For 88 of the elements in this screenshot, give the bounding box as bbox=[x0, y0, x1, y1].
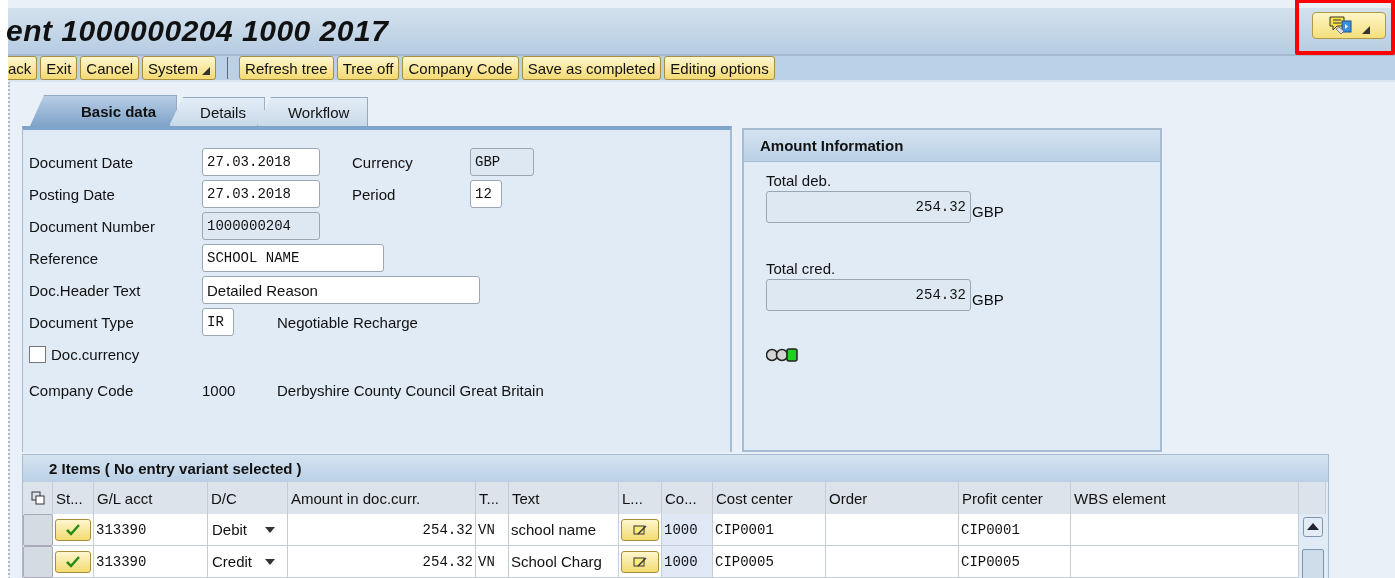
input-field[interactable]: SCHOOL NAME bbox=[202, 244, 384, 272]
input-field[interactable]: IR bbox=[202, 308, 234, 336]
tab[interactable]: Basic data bbox=[30, 95, 178, 126]
table-cell: 313390 bbox=[94, 514, 208, 546]
toolbar-button[interactable]: Save as completed bbox=[521, 56, 662, 80]
field-label: Document Date bbox=[29, 153, 134, 171]
input-field[interactable]: Detailed Reason bbox=[202, 276, 480, 304]
dropdown-arrow-icon bbox=[265, 558, 275, 565]
table-cell: 254.32 bbox=[288, 546, 476, 578]
notepad-pencil-icon bbox=[632, 523, 648, 536]
column-header[interactable]: G/L acct bbox=[94, 482, 208, 514]
panel-title: Amount Information bbox=[744, 130, 1160, 162]
input-field[interactable]: 1000000204 bbox=[202, 212, 320, 240]
caret-icon bbox=[1362, 25, 1370, 34]
toolbar-button[interactable]: Refresh tree bbox=[239, 56, 334, 80]
column-header[interactable]: St... bbox=[53, 482, 94, 514]
status-button[interactable] bbox=[55, 550, 91, 573]
field-label: Doc.Header Text bbox=[29, 281, 141, 299]
table-cell: CIP0005 bbox=[959, 546, 1071, 578]
dropdown-field[interactable]: Credit bbox=[208, 546, 288, 578]
field-label: Period bbox=[352, 185, 396, 203]
table-cell: CIP0001 bbox=[959, 514, 1071, 546]
column-header[interactable]: T... bbox=[476, 482, 509, 514]
input-field[interactable]: 12 bbox=[470, 180, 502, 208]
toolbar-button[interactable]: Company Code bbox=[402, 56, 519, 80]
field-label: Total cred. bbox=[766, 260, 837, 277]
table-cell: VN bbox=[476, 514, 509, 546]
table-cell: VN bbox=[476, 546, 509, 578]
table-cell: CIP0005 bbox=[713, 546, 826, 578]
field-label: Document Number bbox=[29, 217, 155, 235]
toolbar-button[interactable]: Exit bbox=[40, 56, 78, 80]
column-header[interactable]: WBS element bbox=[1071, 482, 1299, 514]
long-text-button[interactable] bbox=[621, 550, 659, 573]
currency-label: GBP bbox=[972, 291, 1004, 308]
input-field[interactable]: 27.03.2018 bbox=[202, 148, 320, 176]
window-title: ent 1000000204 1000 2017 bbox=[6, 14, 389, 48]
notepad-pencil-icon bbox=[632, 555, 648, 568]
table-cell: CIP0001 bbox=[713, 514, 826, 546]
currency-label: GBP bbox=[972, 203, 1004, 220]
field-value: Negotiable Recharge bbox=[277, 313, 418, 331]
toolbar-button[interactable]: System bbox=[142, 56, 217, 80]
checkmark-icon bbox=[65, 555, 81, 568]
field-label: Doc.currency bbox=[51, 345, 140, 363]
column-header[interactable]: Amount in doc.curr. bbox=[288, 482, 476, 514]
field-label: Reference bbox=[29, 249, 99, 267]
field-label: Currency bbox=[352, 153, 413, 171]
column-header[interactable]: D/C bbox=[208, 482, 288, 514]
checkbox[interactable] bbox=[29, 345, 46, 363]
table-cell: school name bbox=[509, 514, 619, 546]
dropdown-arrow-icon bbox=[265, 526, 275, 533]
toolbar-button[interactable]: Cancel bbox=[80, 56, 140, 80]
caret-icon bbox=[202, 67, 211, 75]
speech-bubble-icon bbox=[1328, 14, 1354, 37]
select-all-icon bbox=[30, 491, 45, 505]
tab[interactable]: Details bbox=[169, 97, 265, 126]
long-text-button[interactable] bbox=[621, 518, 659, 541]
column-header[interactable]: Cost center bbox=[713, 482, 826, 514]
toolbar-button[interactable]: ack bbox=[8, 56, 38, 80]
toolbar-button[interactable]: Editing options bbox=[664, 56, 775, 80]
column-header[interactable]: Order bbox=[826, 482, 959, 514]
table-cell: 1000 bbox=[662, 546, 713, 578]
dropdown-field[interactable]: Debit bbox=[208, 514, 288, 546]
input-field: 254.32 bbox=[766, 279, 971, 311]
scroll-up-icon bbox=[1302, 517, 1323, 537]
field-label: Company Code bbox=[29, 381, 134, 399]
toolbar-button[interactable]: Tree off bbox=[336, 56, 400, 80]
input-field: 254.32 bbox=[766, 191, 971, 223]
field-label: Document Type bbox=[29, 313, 134, 331]
input-field[interactable]: GBP bbox=[470, 148, 534, 176]
message-button[interactable] bbox=[1312, 12, 1386, 39]
field-label: Total deb. bbox=[766, 172, 833, 189]
input-field[interactable]: 27.03.2018 bbox=[202, 180, 320, 208]
field-value: Derbyshire County Council Great Britain bbox=[277, 381, 544, 399]
column-header[interactable]: Text bbox=[509, 482, 619, 514]
traffic-light-icon bbox=[766, 348, 799, 362]
column-header[interactable]: L... bbox=[619, 482, 662, 514]
table-cell: 313390 bbox=[94, 546, 208, 578]
column-header[interactable]: Co... bbox=[662, 482, 713, 514]
field-label: Posting Date bbox=[29, 185, 115, 203]
table-title: 2 Items ( No entry variant selected ) bbox=[23, 455, 1328, 482]
column-header[interactable]: Profit center bbox=[959, 482, 1071, 514]
status-button[interactable] bbox=[55, 518, 91, 541]
checkmark-icon bbox=[65, 523, 81, 536]
table-cell: School Charg bbox=[509, 546, 619, 578]
field-value: 1000 bbox=[202, 381, 236, 399]
tab[interactable]: Workflow bbox=[256, 97, 369, 126]
table-cell: 1000 bbox=[662, 514, 713, 546]
table-cell: 254.32 bbox=[288, 514, 476, 546]
